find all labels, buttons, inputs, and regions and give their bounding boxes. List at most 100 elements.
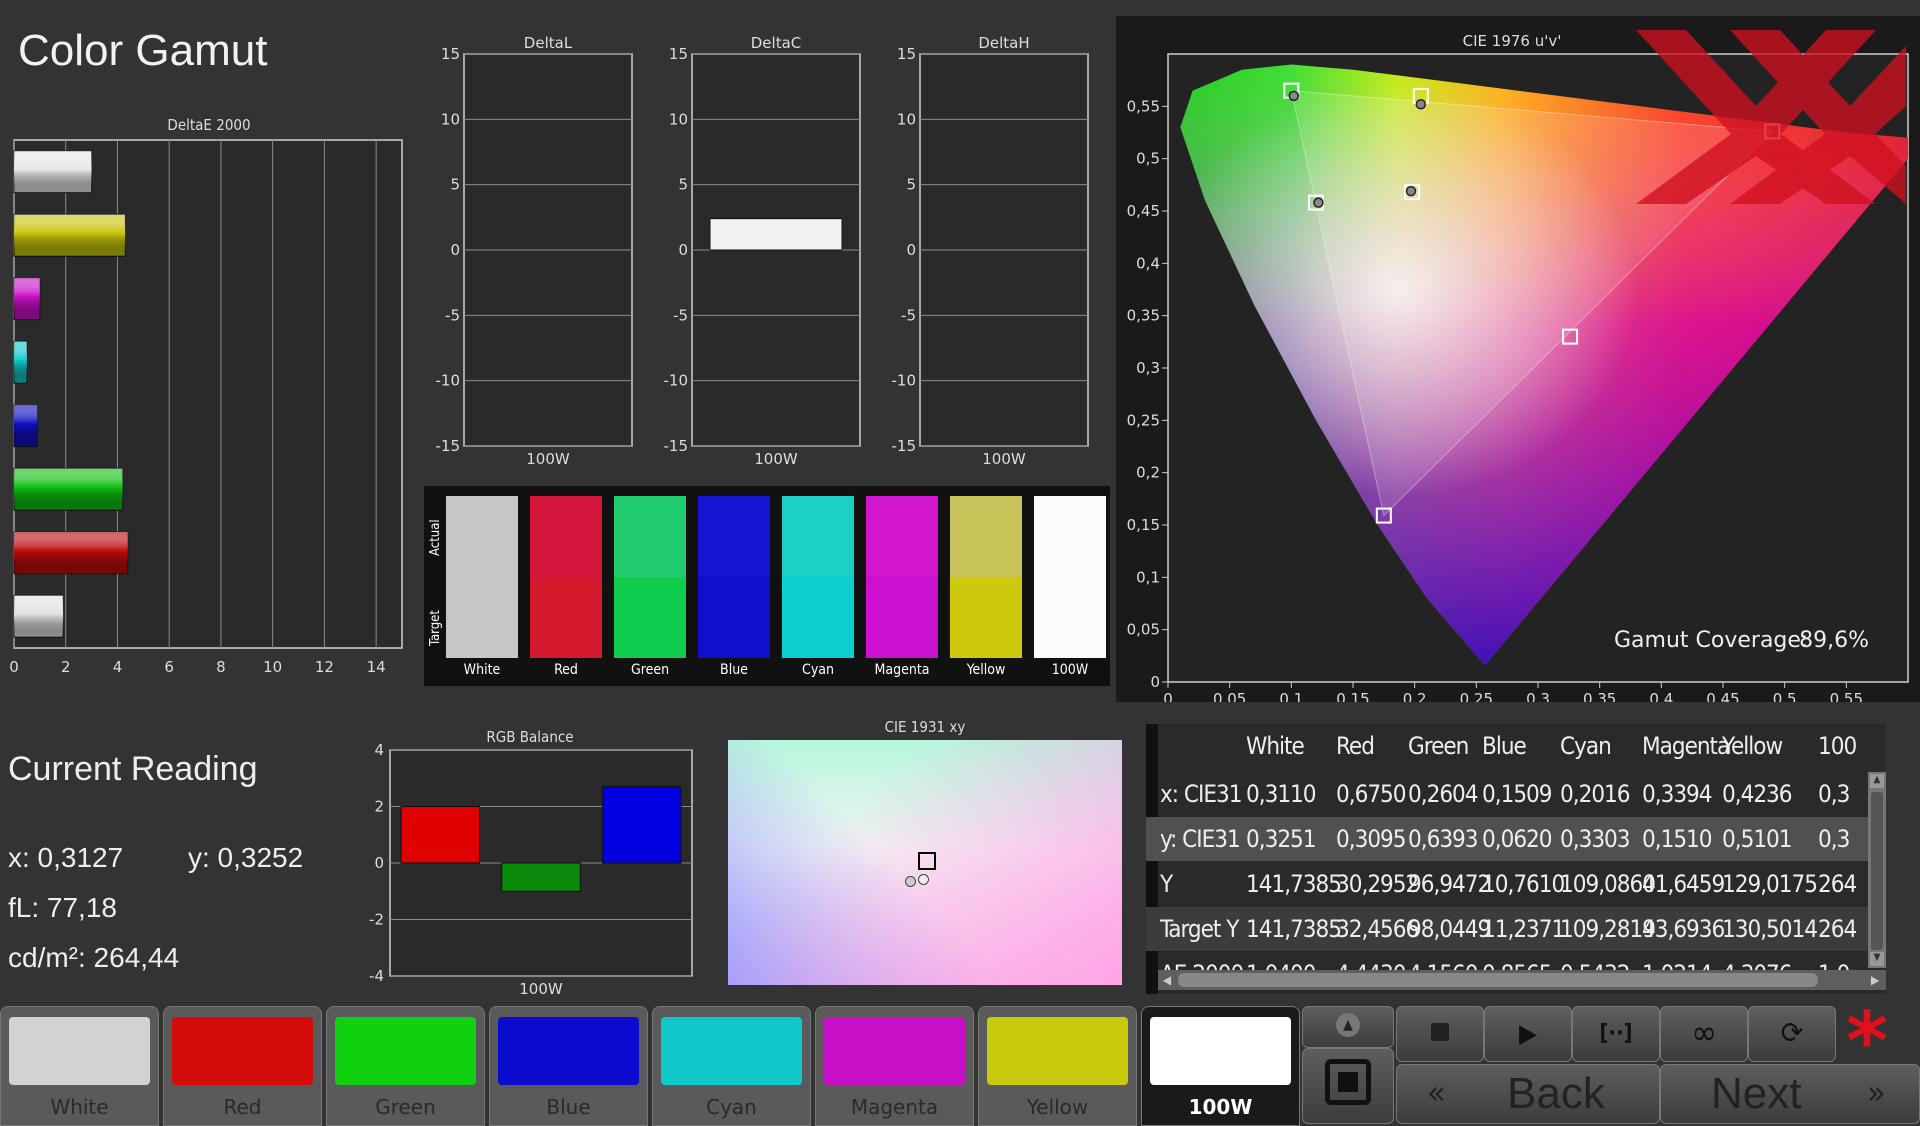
measurement-table: White Red Green Blue Cyan Magenta Yellow 100 x: … [1146, 724, 1886, 994]
cie-x-tick: 0,3 [1526, 690, 1550, 702]
page-title: Color Gamut [18, 26, 268, 75]
cie-y-tick: 0,25 [1127, 411, 1160, 429]
cie1931-chart [728, 740, 1122, 985]
cie-y-tick: 0,35 [1127, 307, 1160, 325]
swatch-target [866, 577, 938, 658]
cie-x-tick: 0,1 [1279, 690, 1303, 702]
delta-y-tick: -5 [445, 306, 460, 324]
color-button-blue[interactable]: Blue [489, 1006, 648, 1126]
color-button-cyan[interactable]: Cyan [652, 1006, 811, 1126]
delta-y-tick: 0 [450, 241, 460, 259]
swatch-red [530, 496, 602, 658]
table-cell: 109,0860 [1560, 870, 1656, 898]
swatch-target [1034, 577, 1106, 658]
table-row[interactable]: x: CIE31 0,3110 0,6750 0,2604 0,1509 0,2016 0,… [1146, 772, 1868, 816]
color-button-label: White [50, 1095, 109, 1119]
table-header-cell: Cyan [1560, 732, 1612, 760]
reading-fl: fL: 77,18 [8, 892, 117, 923]
deltae-bar-shade [14, 341, 27, 384]
color-button-yellow[interactable]: Yellow [978, 1006, 1137, 1126]
delta-y-tick: 5 [678, 176, 688, 194]
stop-square-button[interactable] [1302, 1048, 1394, 1124]
play-button[interactable]: ▶ [1484, 1006, 1572, 1062]
color-button-swatch [9, 1017, 150, 1085]
table-vscroll-thumb[interactable] [1871, 792, 1883, 950]
cie-x-tick: 0,55 [1830, 690, 1863, 702]
table-cell: 98,0449 [1408, 915, 1491, 943]
table-cell: 141,7385 [1246, 870, 1342, 898]
deltae-x-tick: 14 [367, 658, 386, 676]
color-button-red[interactable]: Red [163, 1006, 322, 1126]
cie-x-tick: 0,05 [1213, 690, 1246, 702]
deltae-chart: 0 2 4 6 8 10 12 14 [9, 139, 403, 676]
refresh-icon: ⟳ [1780, 1016, 1804, 1051]
table-header-cell: 100 [1818, 732, 1857, 760]
color-button-swatch [172, 1017, 313, 1085]
scroll-up-icon[interactable]: ▲ [1870, 774, 1884, 788]
back-button[interactable]: « Back [1396, 1064, 1660, 1124]
rgb-y-tick: 2 [374, 798, 384, 816]
scroll-down-icon[interactable]: ▼ [1870, 952, 1884, 966]
measure-range-button[interactable]: [··] [1572, 1006, 1660, 1062]
reading-y: y: 0,3252 [188, 842, 304, 873]
table-cell: 0,3 [1818, 825, 1850, 853]
rgb-y-tick: -4 [369, 967, 384, 985]
rgb-bar-b [601, 786, 682, 864]
cie-measured-point [1313, 197, 1324, 208]
table-cell: 0,4236 [1722, 780, 1793, 808]
color-button-label: Red [223, 1095, 262, 1119]
swatch-actual [698, 496, 770, 577]
color-button-100w[interactable]: 100W [1141, 1006, 1300, 1126]
cie-x-tick: 0,35 [1583, 690, 1616, 702]
stop-button[interactable] [1396, 1006, 1484, 1062]
table-row[interactable]: y: CIE31 0,3251 0,3095 0,6393 0,0620 0,3303 0,… [1146, 817, 1868, 861]
cie-x-tick: 0,2 [1403, 690, 1427, 702]
color-button-label: 100W [1188, 1095, 1253, 1119]
color-button-swatch [661, 1017, 802, 1085]
deltae-bar-shade [14, 150, 92, 193]
scroll-right-icon[interactable]: ▶ [1868, 973, 1882, 987]
swatch-actual [782, 496, 854, 577]
color-button-white[interactable]: White [0, 1006, 159, 1126]
swatch-white [446, 496, 518, 658]
table-vscrollbar[interactable]: ▲ ▼ [1868, 772, 1886, 968]
cie-x-tick: 0,4 [1649, 690, 1673, 702]
swatch-green [614, 496, 686, 658]
table-cell: 0,1509 [1482, 780, 1553, 808]
next-label: Next [1711, 1069, 1802, 1118]
swatch-100w [1034, 496, 1106, 658]
swatch-actual [1034, 496, 1106, 577]
cie-measured-point [1288, 90, 1300, 102]
table-header-cell: Blue [1482, 732, 1527, 760]
continuous-button[interactable]: ∞ [1660, 1006, 1748, 1062]
table-row-label: x: CIE31 [1160, 780, 1242, 808]
target-label: Target [428, 610, 443, 646]
refresh-button[interactable]: ⟳ [1748, 1006, 1836, 1062]
table-hscroll-thumb[interactable] [1178, 973, 1818, 987]
swatch-blue [698, 496, 770, 658]
table-row[interactable]: Target Y 141,7385 32,4566 98,0449 11,2371 109… [1146, 907, 1868, 951]
swatch-actual [866, 496, 938, 577]
table-row-label: y: CIE31 [1160, 825, 1241, 853]
color-button-label: Blue [546, 1095, 591, 1119]
table-cell: 41,6459 [1642, 870, 1725, 898]
cie-y-tick: 0,4 [1136, 254, 1160, 272]
asterisk-logo-icon: * [1846, 995, 1888, 1088]
table-row[interactable]: Y 141,7385 30,2952 96,9472 10,7610 109,0860 41… [1146, 862, 1868, 906]
chevron-double-left-icon: « [1427, 1073, 1446, 1113]
color-button-magenta[interactable]: Magenta [815, 1006, 974, 1126]
table-cell: 0,3303 [1560, 825, 1631, 853]
table-hscrollbar[interactable]: ◀ ▶ [1158, 970, 1886, 990]
scroll-left-icon[interactable]: ◀ [1160, 973, 1174, 987]
cie-x-tick: 0,5 [1773, 690, 1797, 702]
delta-chart-title: DeltaL [524, 34, 573, 52]
cie1976-title: CIE 1976 u'v' [1463, 32, 1562, 50]
scroll-up-button[interactable]: ▲ [1302, 1006, 1394, 1048]
table-cell: 141,7385 [1246, 915, 1342, 943]
next-button[interactable]: Next » [1660, 1064, 1920, 1124]
delta-y-tick: 0 [678, 241, 688, 259]
delta-x-label: 100W [982, 450, 1026, 468]
color-button-green[interactable]: Green [326, 1006, 485, 1126]
table-cell: 129,0175 [1722, 870, 1818, 898]
delta-bar-100w [709, 218, 843, 251]
